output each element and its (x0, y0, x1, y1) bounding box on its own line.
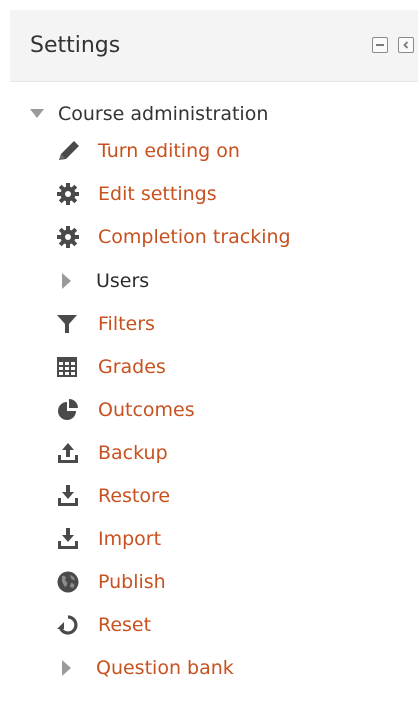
upload-icon (56, 441, 86, 465)
download-icon (56, 484, 86, 508)
caret-down-icon (30, 109, 44, 118)
block-title: Settings (30, 33, 121, 58)
tree-item-turn-editing-on[interactable]: Turn editing on (56, 132, 240, 170)
reset-icon (56, 613, 86, 637)
tree-item-label[interactable]: Publish (98, 571, 166, 593)
pie-chart-icon (56, 398, 86, 422)
tree-item-label[interactable]: Filters (98, 313, 155, 335)
tree-item-edit-settings[interactable]: Edit settings (56, 175, 217, 213)
minimize-icon[interactable] (372, 37, 388, 53)
table-icon (56, 355, 86, 379)
tree-item-backup[interactable]: Backup (56, 434, 168, 472)
tree-root-label: Course administration (58, 103, 269, 125)
caret-right-icon (62, 656, 78, 680)
pencil-icon (56, 139, 86, 163)
tree-item-label[interactable]: Turn editing on (98, 140, 240, 162)
block-header: Settings (10, 10, 418, 82)
dock-icon[interactable] (398, 37, 414, 53)
tree-item-label[interactable]: Restore (98, 485, 170, 507)
download-icon (56, 527, 86, 551)
tree-item-label[interactable]: Question bank (96, 657, 234, 679)
settings-block: Settings Course administration Turn edit… (0, 0, 418, 704)
tree-item-outcomes[interactable]: Outcomes (56, 391, 195, 429)
caret-right-icon (62, 269, 78, 293)
tree-item-question-bank[interactable]: Question bank (56, 649, 234, 687)
tree-item-label[interactable]: Import (98, 528, 161, 550)
tree-item-label[interactable]: Outcomes (98, 399, 195, 421)
tree-item-label[interactable]: Users (96, 270, 149, 292)
tree-item-filters[interactable]: Filters (56, 305, 155, 343)
tree-item-label[interactable]: Backup (98, 442, 168, 464)
tree-root-course-administration[interactable]: Course administration (30, 96, 268, 132)
filter-icon (56, 312, 86, 336)
tree-item-publish[interactable]: Publish (56, 563, 166, 601)
gear-icon (56, 182, 86, 206)
tree-item-label[interactable]: Reset (98, 614, 151, 636)
tree-item-completion-tracking[interactable]: Completion tracking (56, 218, 291, 256)
gear-icon (56, 225, 86, 249)
tree-item-import[interactable]: Import (56, 520, 161, 558)
tree-item-grades[interactable]: Grades (56, 348, 166, 386)
globe-icon (56, 570, 86, 594)
tree-item-label[interactable]: Edit settings (98, 183, 217, 205)
tree-item-reset[interactable]: Reset (56, 606, 151, 644)
tree-item-users[interactable]: Users (56, 262, 149, 300)
tree-item-label[interactable]: Completion tracking (98, 226, 291, 248)
tree-item-restore[interactable]: Restore (56, 477, 170, 515)
tree-item-label[interactable]: Grades (98, 356, 166, 378)
